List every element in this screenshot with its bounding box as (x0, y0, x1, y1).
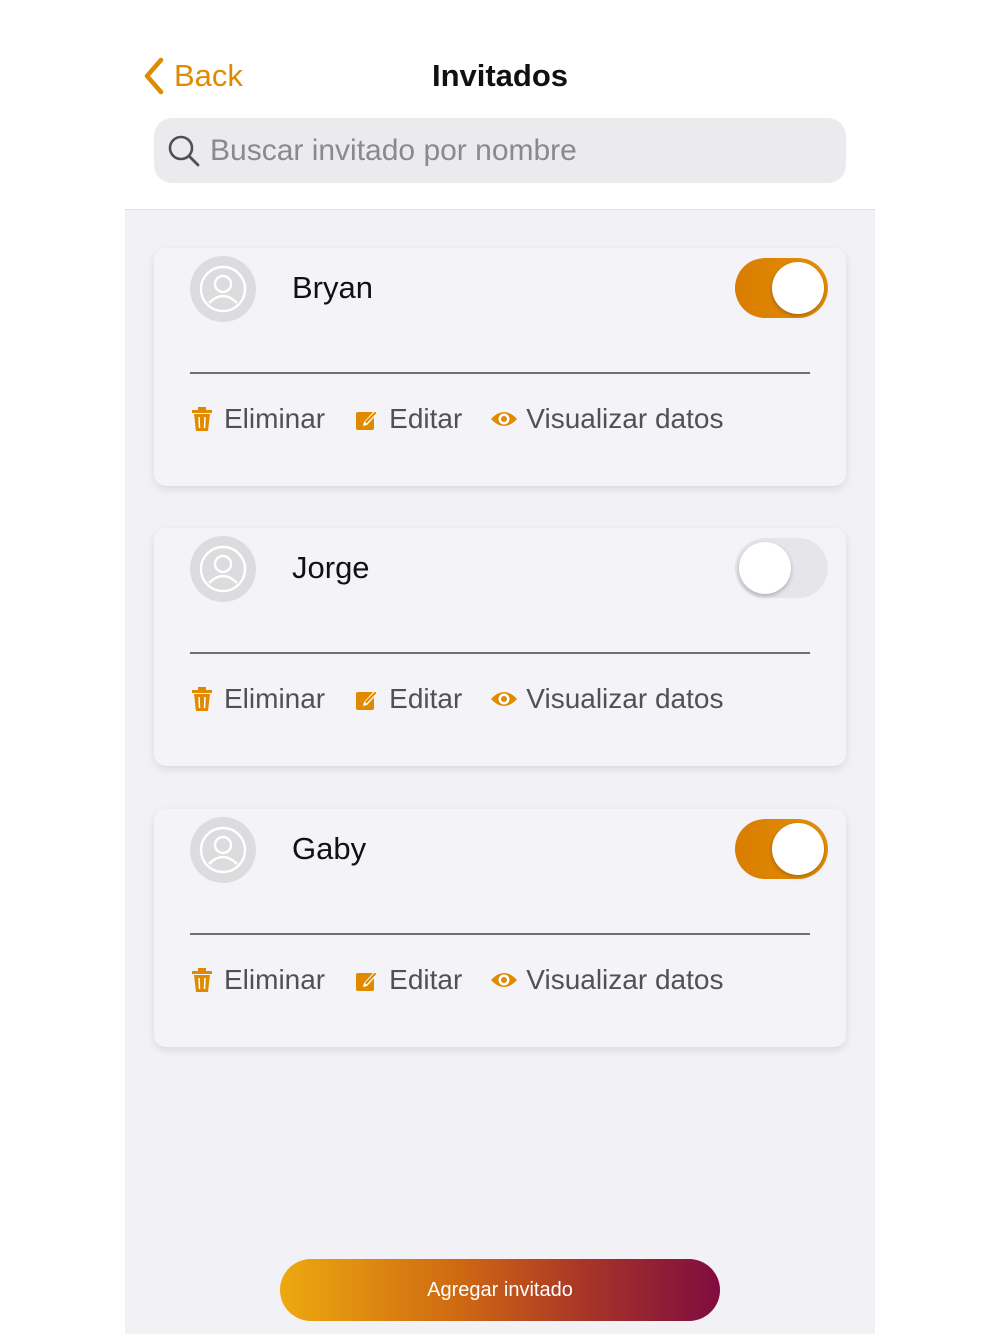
view-data-label: Visualizar datos (526, 403, 724, 434)
edit-icon (356, 410, 379, 430)
delete-label: Eliminar (224, 403, 326, 434)
view-data-button[interactable]: Visualizar datos (490, 403, 723, 435)
eye-icon (491, 973, 518, 987)
delete-label: Eliminar (224, 964, 326, 995)
add-guest-button[interactable]: Agregar invitado (280, 1259, 720, 1321)
guest-actions: Eliminar Editar Visualizar datos (190, 683, 723, 715)
navigation-bar: Back Invitados (125, 0, 875, 210)
guest-name: Jorge (292, 550, 370, 585)
trash-icon (192, 687, 212, 711)
eye-icon (491, 692, 518, 706)
guest-actions: Eliminar Editar Visualizar datos (190, 964, 723, 996)
trash-icon (192, 407, 212, 431)
search-bar (154, 118, 846, 183)
user-avatar-icon (190, 256, 256, 322)
toggle-knob (772, 823, 824, 875)
guest-actions: Eliminar Editar Visualizar datos (190, 403, 723, 435)
search-icon (168, 135, 200, 166)
user-avatar-icon (190, 817, 256, 883)
divider (190, 933, 810, 935)
delete-button[interactable]: Eliminar (190, 964, 325, 996)
guest-card: Gaby Eliminar Editar Visualizar datos (154, 809, 846, 1047)
view-data-label: Visualizar datos (526, 683, 724, 714)
edit-button[interactable]: Editar (355, 403, 462, 435)
guest-name: Bryan (292, 270, 373, 305)
edit-button[interactable]: Editar (355, 964, 462, 996)
attendance-toggle[interactable] (735, 819, 828, 879)
delete-label: Eliminar (224, 683, 326, 714)
search-input[interactable] (210, 133, 830, 168)
guest-card: Bryan Eliminar Editar Visualizar datos (154, 248, 846, 486)
divider (190, 652, 810, 654)
guest-name: Gaby (292, 831, 367, 866)
view-data-label: Visualizar datos (526, 964, 724, 995)
edit-icon (356, 971, 379, 991)
edit-label: Editar (389, 964, 463, 995)
delete-button[interactable]: Eliminar (190, 403, 325, 435)
view-data-button[interactable]: Visualizar datos (490, 964, 723, 996)
guests-screen: Back Invitados Bryan (125, 0, 875, 1334)
page-title: Invitados (431, 58, 569, 93)
toggle-knob (739, 542, 791, 594)
edit-label: Editar (389, 403, 463, 434)
attendance-toggle[interactable] (735, 538, 828, 598)
edit-label: Editar (389, 683, 463, 714)
divider (190, 372, 810, 374)
view-data-button[interactable]: Visualizar datos (490, 683, 723, 715)
guest-card: Jorge Eliminar Editar Visualizar datos (154, 528, 846, 766)
attendance-toggle[interactable] (735, 258, 828, 318)
edit-icon (356, 690, 379, 710)
edit-button[interactable]: Editar (355, 683, 462, 715)
delete-button[interactable]: Eliminar (190, 683, 325, 715)
toggle-knob (772, 262, 824, 314)
trash-icon (192, 968, 212, 992)
eye-icon (491, 412, 518, 426)
user-avatar-icon (190, 536, 256, 602)
